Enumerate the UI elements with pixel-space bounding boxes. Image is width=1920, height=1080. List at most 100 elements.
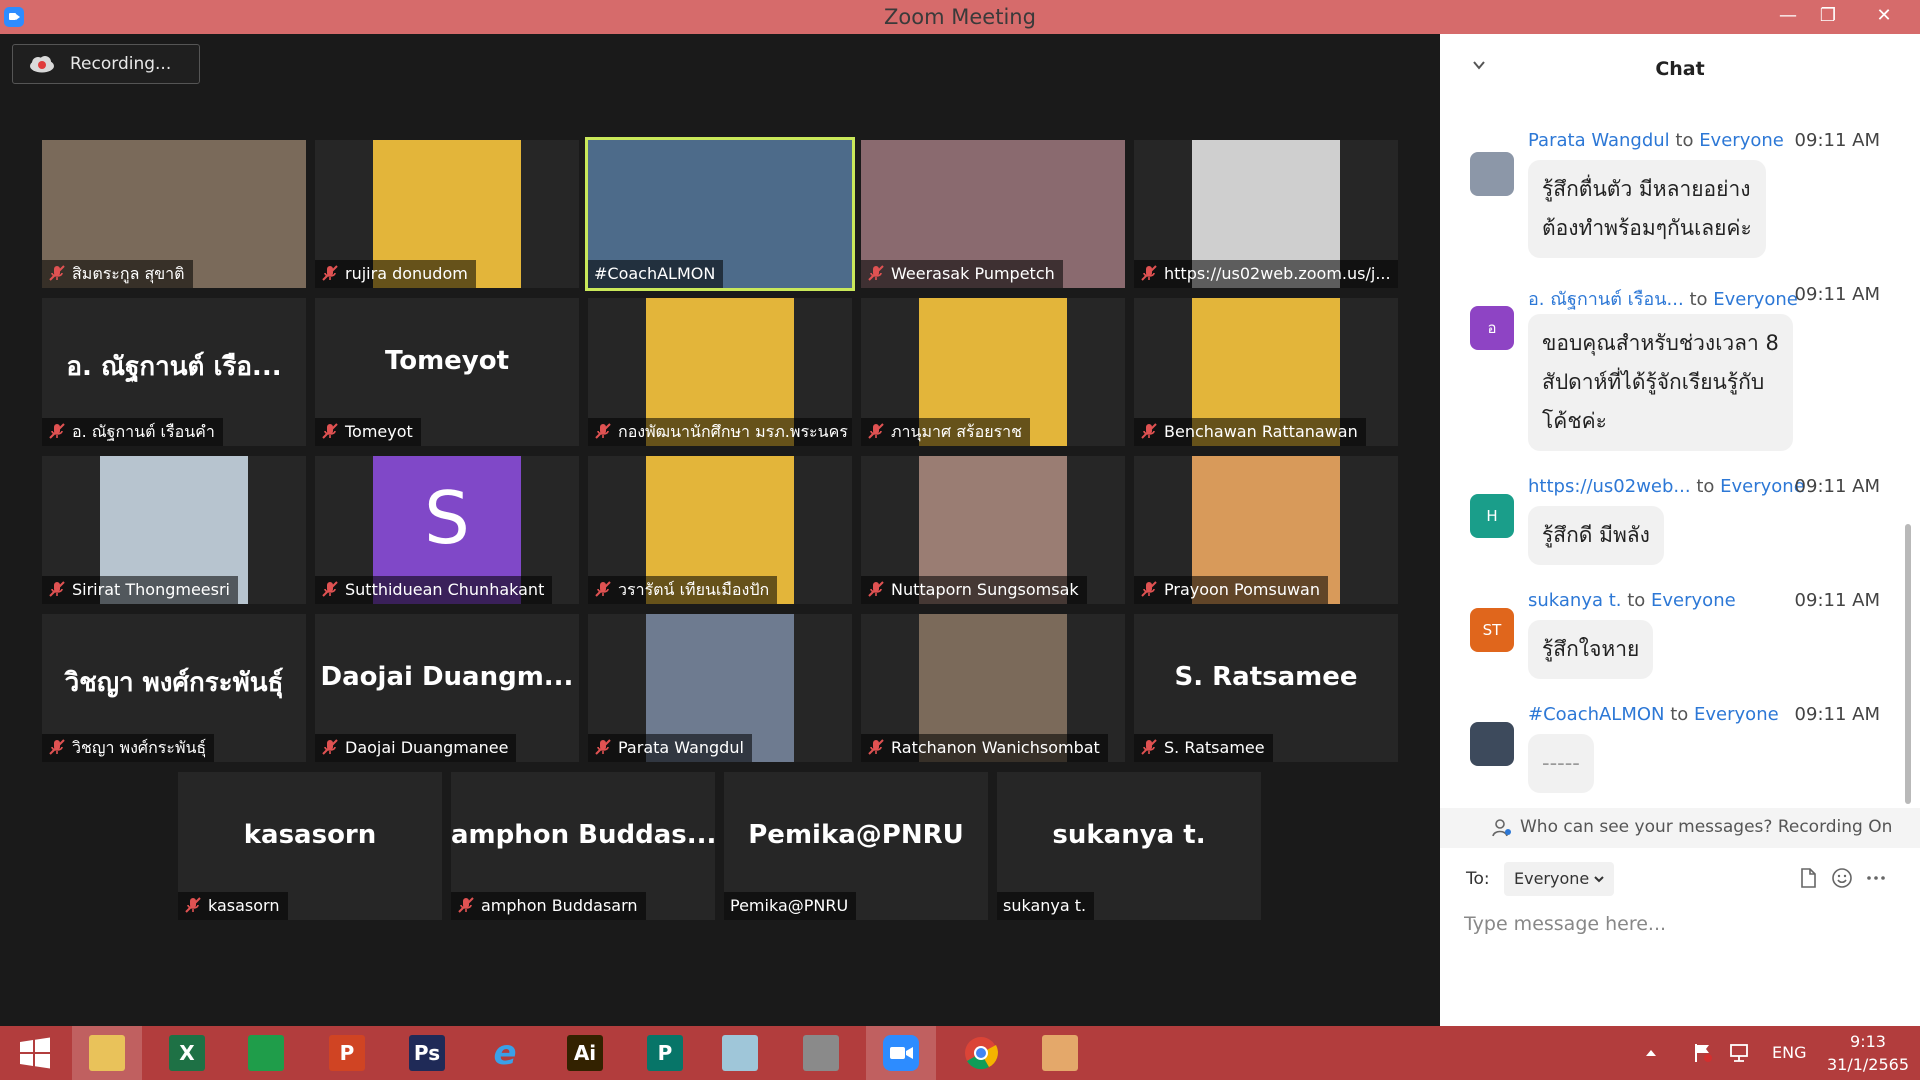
participant-tile[interactable]: Benchawan Rattanawan [1134, 298, 1398, 446]
zoom-icon [883, 1035, 919, 1071]
to-label: To: [1466, 869, 1490, 889]
recording-indicator[interactable]: Recording... [12, 44, 200, 84]
participant-tile[interactable]: Daojai Duangm... Daojai Duangmanee [315, 614, 579, 762]
sender-avatar[interactable] [1470, 152, 1514, 196]
taskbar-excel-button[interactable]: X [152, 1026, 222, 1080]
participant-name-label: rujira donudom [315, 260, 476, 288]
taskbar-photoshop-button[interactable]: Ps [392, 1026, 462, 1080]
participant-tile[interactable]: https://us02web.zoom.us/j... [1134, 140, 1398, 288]
participant-tile[interactable]: Prayoon Pomsuwan [1134, 456, 1398, 604]
privacy-notice[interactable]: Who can see your messages? Recording On [1440, 808, 1920, 848]
participant-display-name: S. Ratsamee [1174, 662, 1358, 692]
participant-tile[interactable]: Pemika@PNRU Pemika@PNRU [724, 772, 988, 920]
participant-name-label: สิมตระกูล สุขาติ [42, 260, 193, 288]
participant-tile[interactable]: Ratchanon Wanichsombat [861, 614, 1125, 762]
recipient-name: Everyone [1694, 704, 1779, 725]
sender-name[interactable]: sukanya t. [1528, 590, 1622, 611]
microphone-muted-icon [1141, 581, 1157, 597]
chat-header: Chat [1440, 34, 1920, 102]
participant-tile[interactable]: kasasorn kasasorn [178, 772, 442, 920]
notes-icon [722, 1035, 758, 1071]
chevron-up-icon[interactable] [1644, 1048, 1658, 1058]
participant-tile[interactable]: amphon Buddas... amphon Buddasarn [451, 772, 715, 920]
microphone-muted-icon [868, 265, 884, 281]
participant-tile[interactable]: rujira donudom [315, 140, 579, 288]
taskbar-internet-explorer-button[interactable]: e [470, 1026, 540, 1080]
message-sender[interactable]: อ. ณัฐกานต์ เรือน... to Everyone [1528, 284, 1798, 313]
taskbar-photo-app-button[interactable] [1025, 1026, 1095, 1080]
recipient-select[interactable]: Everyone [1504, 862, 1614, 896]
taskbar-windows-start-button[interactable] [0, 1026, 70, 1080]
participant-tile[interactable]: S Sutthiduean Chunhakant [315, 456, 579, 604]
participant-tile[interactable]: วรารัตน์ เทียนเมืองปัก [588, 456, 852, 604]
participant-tile[interactable]: sukanya t. sukanya t. [997, 772, 1261, 920]
participant-tile[interactable]: Weerasak Pumpetch [861, 140, 1125, 288]
chat-message-input[interactable] [1464, 906, 1884, 942]
restore-button[interactable]: ❐ [1808, 0, 1848, 34]
participant-tile[interactable]: สิมตระกูล สุขาติ [42, 140, 306, 288]
microphone-muted-icon [595, 581, 611, 597]
participant-tile[interactable]: กองพัฒนานักศึกษา มรภ.พระนคร [588, 298, 852, 446]
chat-scrollbar[interactable] [1905, 524, 1911, 804]
close-button[interactable]: ✕ [1864, 0, 1904, 34]
taskbar-notes-button[interactable] [705, 1026, 775, 1080]
message-sender[interactable]: sukanya t. to Everyone [1528, 590, 1736, 611]
taskbar-illustrator-button[interactable]: Ai [550, 1026, 620, 1080]
participant-tile[interactable]: S. Ratsamee S. Ratsamee [1134, 614, 1398, 762]
sender-name[interactable]: Parata Wangdul [1528, 130, 1670, 151]
photo-app-icon [1042, 1035, 1078, 1071]
meeting-area: Recording... สิมตระกูล สุขาติ rujira donu… [0, 34, 1440, 1026]
recipient-value: Everyone [1514, 869, 1590, 888]
recipient-connector: to [1664, 704, 1695, 725]
participant-tile[interactable]: Sirirat Thongmeesri [42, 456, 306, 604]
participant-display-name: Pemika@PNRU [748, 820, 964, 850]
message-bubble[interactable]: รู้สึกตื่นตัว มีหลายอย่าง ต้องทำพร้อมๆกัน… [1528, 160, 1766, 258]
message-sender[interactable]: Parata Wangdul to Everyone [1528, 130, 1784, 151]
taskbar-file-explorer-button[interactable] [72, 1026, 142, 1080]
file-icon[interactable] [1796, 866, 1820, 890]
sender-name[interactable]: https://us02web... [1528, 476, 1691, 497]
taskbar-publisher-button[interactable]: P [630, 1026, 700, 1080]
participant-display-name: Daojai Duangm... [320, 662, 574, 692]
message-sender[interactable]: https://us02web... to Everyone [1528, 476, 1805, 497]
sender-name[interactable]: อ. ณัฐกานต์ เรือน... [1528, 289, 1684, 310]
microphone-muted-icon [49, 423, 65, 439]
input-language[interactable]: ENG [1772, 1043, 1806, 1062]
participant-tile[interactable]: Nuttaporn Sungsomsak [861, 456, 1125, 604]
taskbar-powerpoint-button[interactable]: P [312, 1026, 382, 1080]
participant-tile[interactable]: Parata Wangdul [588, 614, 852, 762]
more-options-icon[interactable] [1864, 866, 1888, 890]
participant-tile[interactable]: วิชญา พงศ์กระพันธุ์ วิชญา พงศ์กระพันธุ์ [42, 614, 306, 762]
participant-name: kasasorn [208, 896, 280, 915]
sender-avatar[interactable]: H [1470, 494, 1514, 538]
network-icon[interactable] [1728, 1042, 1750, 1064]
participant-name: Benchawan Rattanawan [1164, 422, 1358, 441]
taskbar-hoto-cape-button[interactable] [786, 1026, 856, 1080]
participant-name: Sutthiduean Chunhakant [345, 580, 545, 599]
participant-tile[interactable]: ภานุมาศ สร้อยราช [861, 298, 1125, 446]
emoji-icon[interactable] [1830, 866, 1854, 890]
sender-avatar[interactable]: อ [1470, 306, 1514, 350]
sender-avatar[interactable]: ST [1470, 608, 1514, 652]
participant-initial: S [424, 476, 470, 560]
participant-tile[interactable]: อ. ณัฐกานต์ เรือ... อ. ณัฐกานต์ เรือนคำ [42, 298, 306, 446]
taskbar-chrome-button[interactable] [946, 1026, 1016, 1080]
participant-name: สิมตระกูล สุขาติ [72, 264, 185, 283]
message-bubble[interactable]: รู้สึกใจหาย [1528, 620, 1654, 679]
message-bubble[interactable]: รู้สึกดี มีพลัง [1528, 506, 1664, 565]
chevron-down-icon [1594, 876, 1604, 883]
message-sender[interactable]: #CoachALMON to Everyone [1528, 704, 1779, 725]
message-bubble[interactable]: ขอบคุณสำหรับช่วงเวลา 8 สัปดาห์ที่ได้รู้จั… [1528, 314, 1793, 451]
participant-name-label: Benchawan Rattanawan [1134, 418, 1366, 446]
minimize-button[interactable]: — [1768, 0, 1808, 34]
message-bubble[interactable]: ----- [1528, 734, 1594, 793]
system-clock[interactable]: 9:13 31/1/2565 [1822, 1030, 1914, 1076]
message-text-line: รู้สึกตื่นตัว มีหลายอย่าง [1542, 177, 1751, 201]
taskbar-zoom-button[interactable] [866, 1026, 936, 1080]
sender-avatar[interactable] [1470, 722, 1514, 766]
flag-icon[interactable] [1692, 1042, 1714, 1064]
sender-name[interactable]: #CoachALMON [1528, 704, 1665, 725]
participant-tile[interactable]: Tomeyot Tomeyot [315, 298, 579, 446]
participant-tile[interactable]: #CoachALMON [585, 137, 855, 291]
taskbar-store-button[interactable] [231, 1026, 301, 1080]
